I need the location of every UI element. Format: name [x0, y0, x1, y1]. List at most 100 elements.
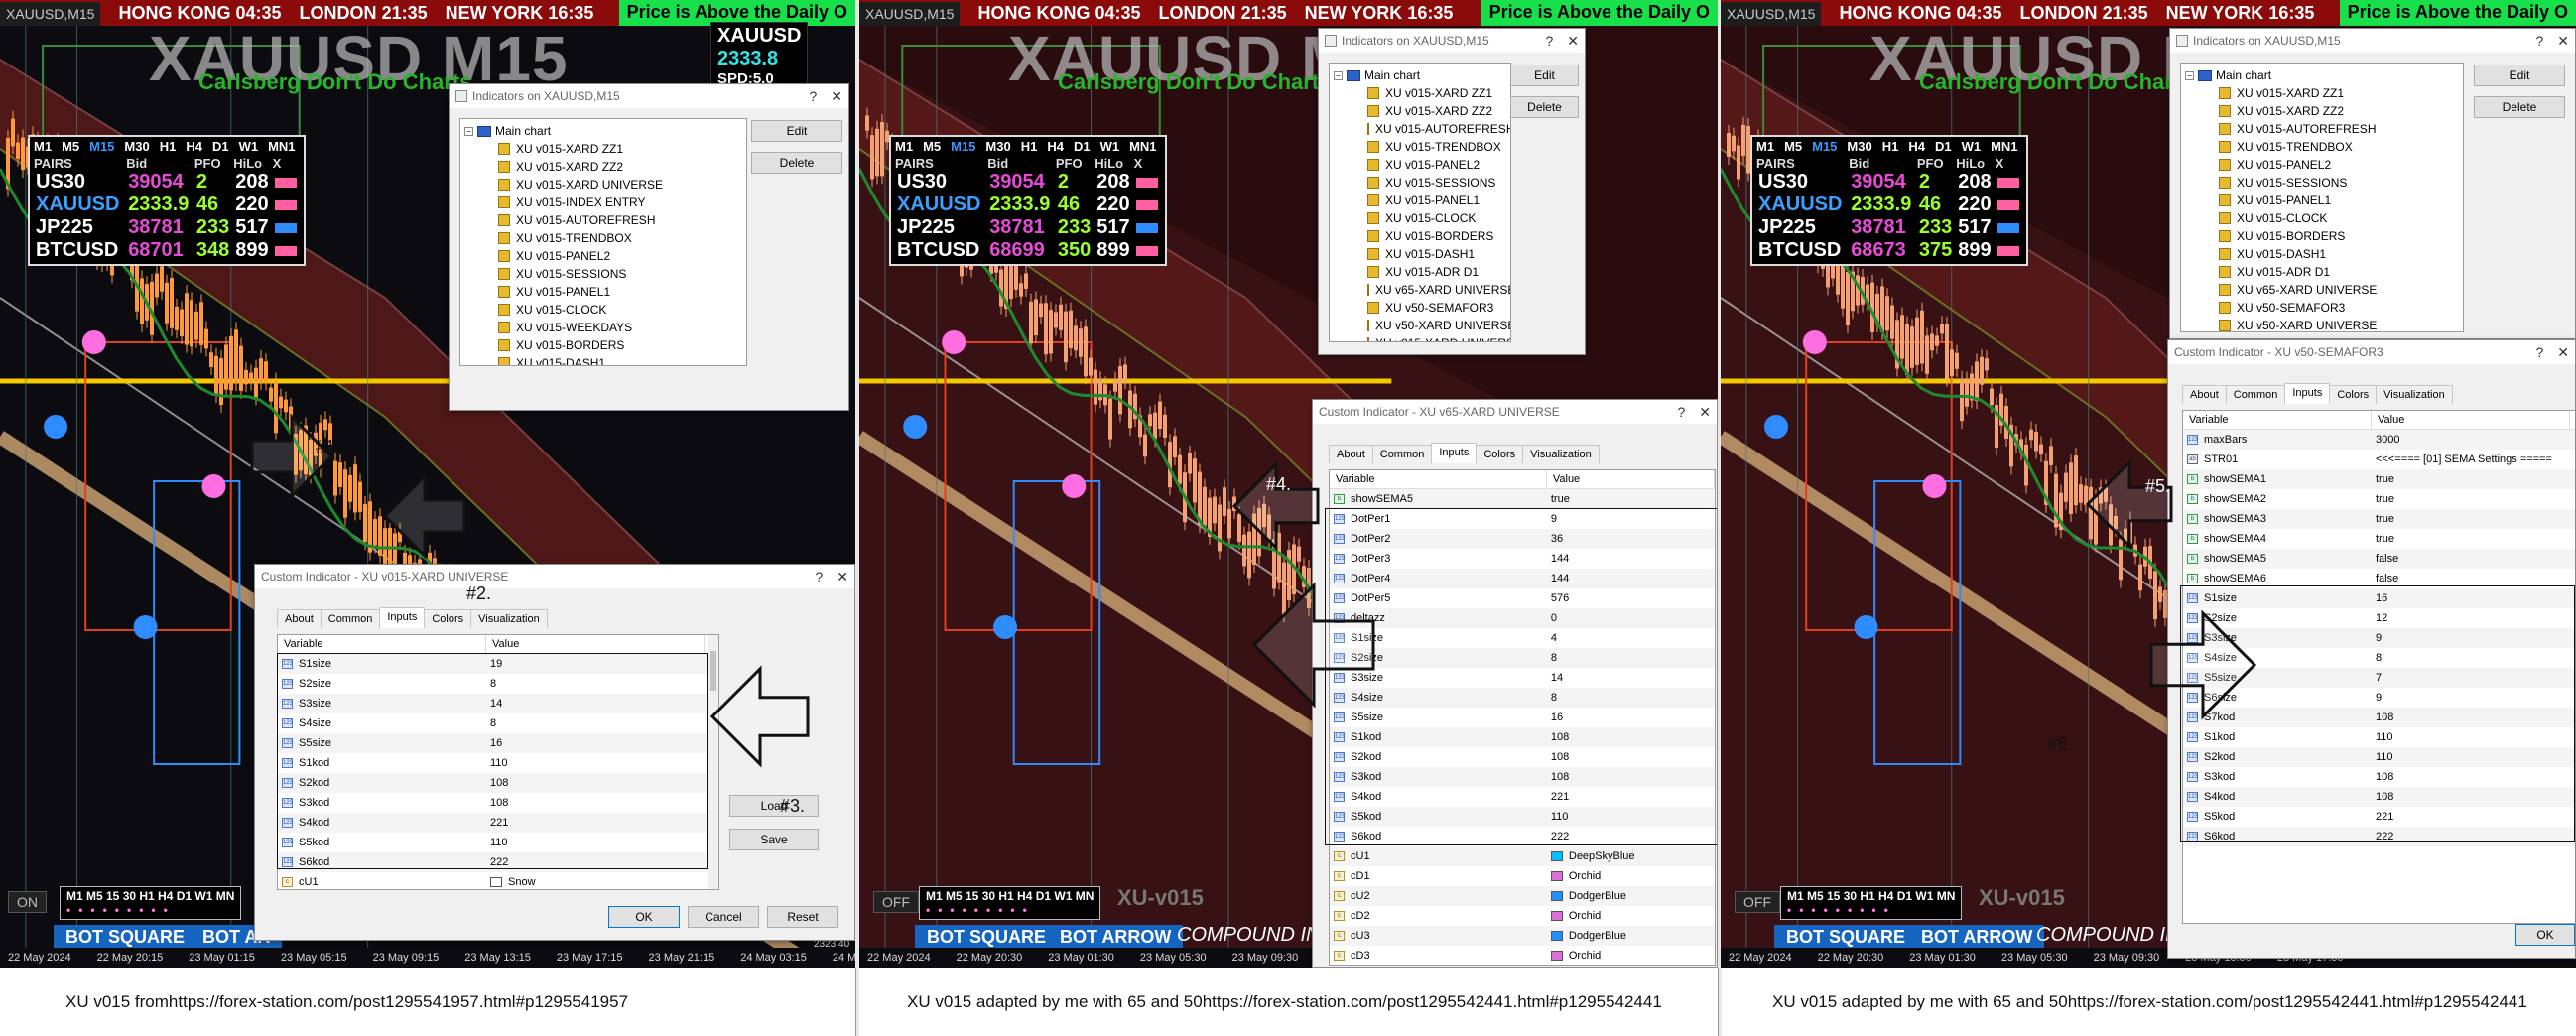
- input-value-cell[interactable]: <<<==== [01] SEMA Settings =====: [2372, 453, 2570, 465]
- input-value-cell[interactable]: 108: [2372, 771, 2570, 783]
- tree-root[interactable]: − Main chart: [1334, 66, 1506, 84]
- edit-button[interactable]: Edit: [751, 120, 842, 142]
- bottom-timeframe-labels[interactable]: M1 M5 15 30 H1 H4 D1 W1 MN: [1787, 889, 1955, 903]
- input-row[interactable]: 123 DotPer2 36: [1330, 529, 1715, 549]
- indicator-list-item[interactable]: XU v015-SESSIONS: [2185, 174, 2459, 192]
- dialog-titlebar[interactable]: Indicators on XAUUSD,M15? ✕: [2170, 29, 2575, 53]
- input-row[interactable]: b showSEMA2 true: [2183, 489, 2575, 509]
- input-value-cell[interactable]: true: [2372, 473, 2570, 485]
- input-row[interactable]: 123 S5kod 110: [278, 833, 718, 852]
- help-icon[interactable]: ?: [2535, 33, 2543, 49]
- chart-symbol-tab[interactable]: XAUUSD,M15: [859, 2, 961, 26]
- pair-symbol[interactable]: BTCUSD: [1756, 239, 1849, 262]
- input-value-cell[interactable]: Snow: [486, 876, 705, 888]
- indicator-list-item[interactable]: XU v015-PANEL1: [464, 283, 742, 301]
- input-value-cell[interactable]: 110: [2372, 731, 2570, 743]
- input-value-cell[interactable]: true: [2372, 513, 2570, 525]
- input-row[interactable]: b showSEMA5 false: [2183, 549, 2575, 569]
- dialog-titlebar[interactable]: Indicators on XAUUSD,M15? ✕: [450, 84, 848, 108]
- input-value-cell[interactable]: 9: [2372, 692, 2570, 704]
- timeframe-button[interactable]: W1: [239, 139, 259, 154]
- indicator-list-item[interactable]: XU v50-SEMAFOR3: [1334, 299, 1506, 317]
- help-icon[interactable]: ?: [809, 88, 817, 104]
- input-value-cell[interactable]: 144: [1547, 553, 1715, 565]
- indicator-list-item[interactable]: XU v015-PANEL2: [1334, 156, 1506, 174]
- close-icon[interactable]: ✕: [1567, 33, 1579, 50]
- input-value-cell[interactable]: 108: [2372, 712, 2570, 723]
- tab-visualization[interactable]: Visualization: [2376, 385, 2453, 404]
- input-row[interactable]: c cD1 Orchid: [1330, 866, 1715, 886]
- pair-symbol[interactable]: XAUUSD: [1756, 194, 1849, 216]
- input-value-cell[interactable]: 222: [2372, 831, 2570, 842]
- indicator-list-item[interactable]: XU v015-ADR D1: [1334, 263, 1506, 281]
- input-value-cell[interactable]: false: [2372, 573, 2570, 584]
- input-value-cell[interactable]: 8: [1547, 692, 1715, 704]
- input-row[interactable]: 123 S5size 16: [278, 733, 718, 753]
- indicator-tree[interactable]: − Main chart XU v015-XARD ZZ1 XU v015-XARD …: [2180, 63, 2464, 332]
- input-value-cell[interactable]: Orchid: [1547, 870, 1715, 882]
- input-row[interactable]: 123 S3size 14: [278, 694, 718, 713]
- tab-about[interactable]: About: [2182, 385, 2227, 404]
- collapse-icon[interactable]: −: [464, 126, 473, 136]
- input-value-cell[interactable]: 8: [486, 678, 705, 690]
- chart-symbol-tab[interactable]: XAUUSD,M15: [0, 2, 101, 26]
- input-row[interactable]: b showSEMA3 true: [2183, 509, 2575, 529]
- input-row[interactable]: 123 DotPer1 9: [1330, 509, 1715, 529]
- indicator-list-item[interactable]: XU v015-AUTOREFRESH: [464, 211, 742, 229]
- input-value-cell[interactable]: 110: [486, 757, 705, 769]
- tree-root[interactable]: − Main chart: [464, 122, 742, 140]
- help-icon[interactable]: ?: [1545, 33, 1553, 49]
- ok-button[interactable]: OK: [608, 906, 680, 928]
- indicator-list-item[interactable]: XU v015-CLOCK: [1334, 209, 1506, 227]
- input-row[interactable]: 123 S3kod 108: [1330, 767, 1715, 787]
- input-value-cell[interactable]: 7: [2372, 672, 2570, 684]
- timeframe-button[interactable]: M15: [951, 139, 975, 154]
- timeframe-button[interactable]: D1: [1935, 139, 1952, 154]
- input-value-cell[interactable]: 108: [2372, 791, 2570, 803]
- delete-button[interactable]: Delete: [751, 152, 842, 174]
- input-row[interactable]: 123 DotPer3 144: [1330, 549, 1715, 569]
- indicator-list-item[interactable]: XU v015-CLOCK: [464, 301, 742, 319]
- indicator-list-item[interactable]: XU v015-CLOCK: [2185, 209, 2459, 227]
- input-value-cell[interactable]: 144: [1547, 573, 1715, 584]
- pair-symbol[interactable]: JP225: [34, 216, 126, 239]
- indicator-list-item[interactable]: XU v015-XARD ZZ2: [1334, 102, 1506, 120]
- tab-colors[interactable]: Colors: [2329, 385, 2378, 404]
- indicator-list-item[interactable]: XU v015-DASH1: [464, 354, 742, 365]
- input-value-cell[interactable]: Orchid: [1547, 910, 1715, 922]
- indicator-list-item[interactable]: XU v015-WEEKDAYS: [464, 319, 742, 336]
- input-row[interactable]: 123 S6kod 222: [2183, 827, 2575, 846]
- input-value-cell[interactable]: 108: [486, 797, 705, 809]
- input-value-cell[interactable]: DodgerBlue: [1547, 930, 1715, 942]
- input-row[interactable]: 123 S1size 16: [2183, 588, 2575, 608]
- indicator-list-item[interactable]: XU v015-XARD ZZ2: [2185, 102, 2459, 120]
- input-value-cell[interactable]: 0: [1547, 612, 1715, 624]
- input-row[interactable]: b showSEMA4 true: [2183, 529, 2575, 549]
- bottom-timeframe-labels[interactable]: M1 M5 15 30 H1 H4 D1 W1 MN: [926, 889, 1094, 903]
- custom-indicator-dialog[interactable]: Custom Indicator - XU v015-XARD UNIVERSE…: [254, 564, 855, 941]
- indicator-list-item[interactable]: XU v015-PANEL2: [464, 247, 742, 265]
- indicator-list-item[interactable]: XU v015-DASH1: [1334, 245, 1506, 263]
- input-row[interactable]: 123 S3size 14: [1330, 668, 1715, 688]
- indicator-list-item[interactable]: XU v015-PANEL1: [2185, 192, 2459, 209]
- close-icon[interactable]: ✕: [2557, 344, 2569, 361]
- input-row[interactable]: 123 S2size 8: [278, 674, 718, 694]
- input-row[interactable]: 123 S4size 8: [2183, 648, 2575, 668]
- input-value-cell[interactable]: 222: [1547, 831, 1715, 842]
- tab-about[interactable]: About: [277, 609, 322, 628]
- timeframe-button[interactable]: M5: [1784, 139, 1802, 154]
- indicator-list-item[interactable]: XU v015-AUTOREFRESH: [2185, 120, 2459, 138]
- scrollbar-thumb[interactable]: [710, 651, 716, 691]
- input-value-cell[interactable]: 9: [1547, 513, 1715, 525]
- bot-square-button[interactable]: BOT SQUARE: [1774, 925, 1918, 950]
- input-value-cell[interactable]: true: [2372, 533, 2570, 545]
- input-row[interactable]: 123 S4size 8: [1330, 688, 1715, 708]
- delete-button[interactable]: Delete: [1510, 96, 1579, 118]
- grid-scrollbar[interactable]: [708, 635, 718, 889]
- input-value-cell[interactable]: 19: [486, 658, 705, 670]
- pair-symbol[interactable]: US30: [34, 171, 126, 194]
- indicator-list-item[interactable]: XU v015-XARD UNIVERSE: [464, 176, 742, 194]
- timeframe-button[interactable]: M5: [923, 139, 941, 154]
- input-value-cell[interactable]: 36: [1547, 533, 1715, 545]
- timeframe-button[interactable]: H1: [1021, 139, 1038, 154]
